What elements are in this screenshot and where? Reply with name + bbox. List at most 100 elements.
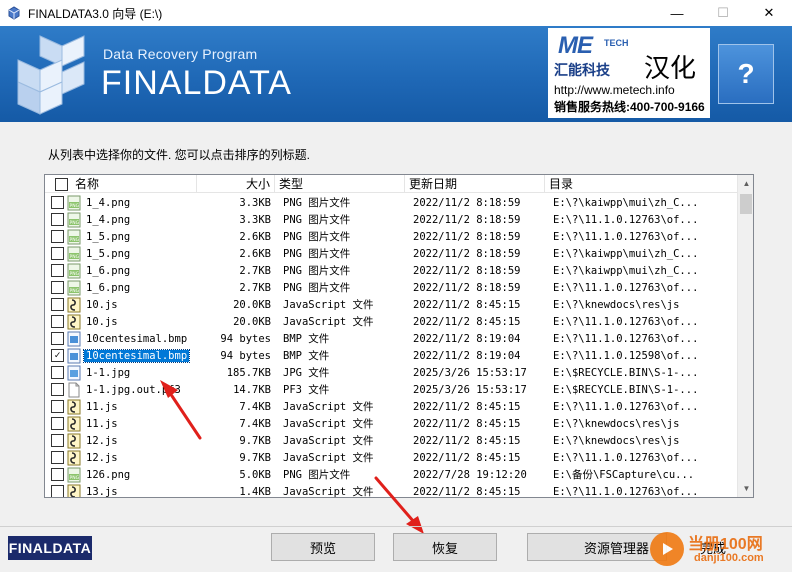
file-size-cell: 94 bytes (220, 332, 271, 345)
table-row[interactable]: PNG 1_4.png 3.3KB PNG 图片文件 2022/11/2 8:18:59… (45, 211, 737, 228)
svg-text:PNG: PNG (70, 237, 80, 243)
file-name-cell[interactable]: 11.js (45, 416, 197, 432)
table-row[interactable]: ✓ 10centesimal.bmp 94 bytes BMP 文件 2022/11/2… (45, 347, 737, 364)
png-file-icon: PNG (67, 246, 81, 262)
file-checkbox[interactable] (51, 451, 64, 464)
table-row[interactable]: PNG 126.png 5.0KB PNG 图片文件 2022/7/28 19:12:2… (45, 466, 737, 483)
table-row[interactable]: 10.js 20.0KB JavaScript 文件 2022/11/2 8:45:1… (45, 313, 737, 330)
file-name-cell[interactable]: 1-1.jpg (45, 365, 197, 381)
file-name-cell[interactable]: 13.js (45, 484, 197, 498)
column-header-directory[interactable]: 目录 (545, 175, 737, 193)
close-button[interactable]: ✕ (746, 0, 792, 26)
file-name-cell[interactable]: 10.js (45, 297, 197, 313)
file-name-cell[interactable]: 11.js (45, 399, 197, 415)
file-name-cell[interactable]: PNG 1_6.png (45, 280, 197, 296)
table-row[interactable]: 10centesimal.bmp 94 bytes BMP 文件 2022/11/2 … (45, 330, 737, 347)
file-directory-cell: E:\?\kaiwpp\mui\zh_C... (553, 247, 699, 260)
file-name: 10centesimal.bmp (82, 348, 191, 363)
table-row[interactable]: 12.js 9.7KB JavaScript 文件 2022/11/2 8:45:15… (45, 432, 737, 449)
file-checkbox[interactable] (51, 468, 64, 481)
scroll-down-arrow-icon[interactable]: ▼ (738, 480, 753, 497)
file-checkbox[interactable] (51, 196, 64, 209)
file-checkbox[interactable] (51, 230, 64, 243)
file-checkbox[interactable] (51, 264, 64, 277)
file-name-cell[interactable]: 12.js (45, 450, 197, 466)
file-checkbox-checked[interactable]: ✓ (51, 349, 64, 362)
window-controls: — ☐ ✕ (654, 0, 792, 26)
file-checkbox[interactable] (51, 485, 64, 497)
file-name-cell[interactable]: 1-1.jpg.out.pf3 (45, 382, 197, 398)
header-banner: Data Recovery Program FINALDATA ME TECH … (0, 26, 792, 122)
recover-button[interactable]: 恢复 (393, 533, 497, 561)
table-row[interactable]: PNG 1_6.png 2.7KB PNG 图片文件 2022/11/2 8:18:59… (45, 279, 737, 296)
svg-text:PNG: PNG (70, 254, 80, 260)
column-header-name[interactable]: 名称 (45, 175, 197, 193)
file-checkbox[interactable] (51, 366, 64, 379)
file-checkbox[interactable] (51, 332, 64, 345)
scroll-up-arrow-icon[interactable]: ▲ (738, 175, 753, 192)
png-file-icon: PNG (67, 280, 81, 296)
file-date-cell: 2022/11/2 8:45:15 (413, 298, 521, 311)
file-name: 12.js (86, 434, 118, 447)
file-type-cell: PNG 图片文件 (283, 265, 351, 277)
file-checkbox[interactable] (51, 213, 64, 226)
file-type-cell: BMP 文件 (283, 333, 330, 345)
file-name: 1_5.png (86, 247, 131, 260)
table-row[interactable]: 11.js 7.4KB JavaScript 文件 2022/11/2 8:45:15… (45, 398, 737, 415)
help-button[interactable]: ? (718, 44, 774, 104)
vertical-scrollbar[interactable]: ▲ ▼ (737, 175, 753, 497)
file-name-cell[interactable]: PNG 1_4.png (45, 195, 197, 211)
file-name: 1_5.png (86, 230, 131, 243)
file-checkbox[interactable] (51, 298, 64, 311)
table-row[interactable]: 12.js 9.7KB JavaScript 文件 2022/11/2 8:45:15… (45, 449, 737, 466)
file-checkbox[interactable] (51, 383, 64, 396)
file-name-cell[interactable]: PNG 1_5.png (45, 246, 197, 262)
png-file-icon: PNG (67, 467, 81, 483)
file-type-cell: BMP 文件 (283, 350, 330, 362)
select-all-checkbox[interactable] (55, 177, 68, 191)
instruction-text: 从列表中选择你的文件. 您可以点击排序的列标题. (48, 148, 311, 162)
file-directory-cell: E:\?\11.1.0.12763\of... (553, 281, 699, 294)
file-checkbox[interactable] (51, 281, 64, 294)
file-checkbox[interactable] (51, 434, 64, 447)
scrollbar-thumb[interactable] (740, 194, 752, 214)
column-header-date[interactable]: 更新日期 (405, 175, 545, 193)
file-size-cell: 7.4KB (239, 400, 271, 413)
file-name-cell[interactable]: ✓ 10centesimal.bmp (45, 348, 197, 364)
question-mark-icon: ? (737, 58, 755, 89)
table-row[interactable]: PNG 1_5.png 2.6KB PNG 图片文件 2022/11/2 8:18:59… (45, 228, 737, 245)
file-checkbox[interactable] (51, 400, 64, 413)
svg-text:PNG: PNG (70, 475, 80, 481)
file-type-cell: JavaScript 文件 (283, 418, 374, 430)
file-checkbox[interactable] (51, 315, 64, 328)
preview-button[interactable]: 预览 (271, 533, 375, 561)
table-row[interactable]: 10.js 20.0KB JavaScript 文件 2022/11/2 8:45:1… (45, 296, 737, 313)
table-row[interactable]: 1-1.jpg.out.pf3 14.7KB PF3 文件 2025/3/26 15:… (45, 381, 737, 398)
table-row[interactable]: 1-1.jpg 185.7KB JPG 文件 2025/3/26 15:53:17 E:… (45, 364, 737, 381)
file-name: 13.js (86, 485, 118, 498)
maximize-button[interactable]: ☐ (700, 0, 746, 26)
file-list[interactable]: 名称 大小 类型 更新日期 目录 PNG 1_4.png 3.3KB PNG 图片文件… (44, 174, 754, 498)
file-name-cell[interactable]: PNG 1_4.png (45, 212, 197, 228)
bmp-file-icon (67, 331, 81, 347)
file-name-cell[interactable]: 10centesimal.bmp (45, 331, 197, 347)
file-type-cell: PNG 图片文件 (283, 469, 351, 481)
explorer-button[interactable]: 资源管理器 (527, 533, 667, 561)
file-name-cell[interactable]: 12.js (45, 433, 197, 449)
file-name-cell[interactable]: PNG 126.png (45, 467, 197, 483)
table-row[interactable]: PNG 1_5.png 2.6KB PNG 图片文件 2022/11/2 8:18:59… (45, 245, 737, 262)
column-header-size[interactable]: 大小 (197, 175, 275, 193)
table-row[interactable]: PNG 1_6.png 2.7KB PNG 图片文件 2022/11/2 8:18:59… (45, 262, 737, 279)
minimize-button[interactable]: — (654, 0, 700, 26)
file-checkbox[interactable] (51, 417, 64, 430)
column-header-type[interactable]: 类型 (275, 175, 405, 193)
file-name-cell[interactable]: PNG 1_5.png (45, 229, 197, 245)
table-row[interactable]: 11.js 7.4KB JavaScript 文件 2022/11/2 8:45:15… (45, 415, 737, 432)
js-file-icon (67, 484, 81, 497)
file-name-cell[interactable]: 10.js (45, 314, 197, 330)
file-date-cell: 2022/11/2 8:45:15 (413, 400, 521, 413)
file-name-cell[interactable]: PNG 1_6.png (45, 263, 197, 279)
table-row[interactable]: 13.js 1.4KB JavaScript 文件 2022/11/2 8:45:15… (45, 483, 737, 498)
file-checkbox[interactable] (51, 247, 64, 260)
table-row[interactable]: PNG 1_4.png 3.3KB PNG 图片文件 2022/11/2 8:18:59… (45, 194, 737, 211)
